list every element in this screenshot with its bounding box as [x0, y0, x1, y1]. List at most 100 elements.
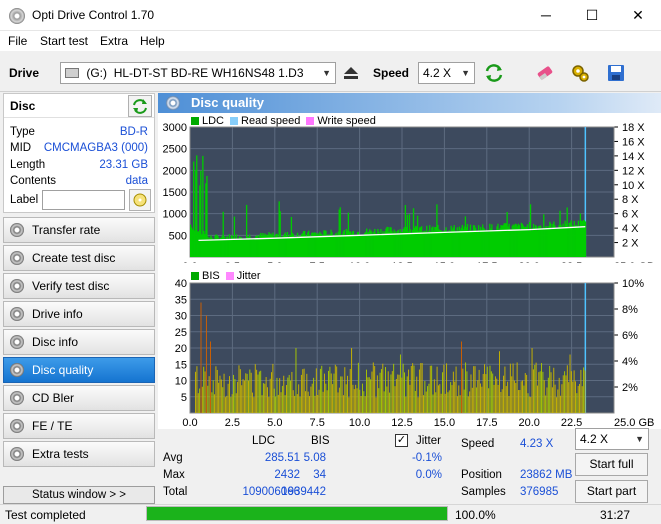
bis-bar: [292, 390, 294, 413]
ldc-x-tick-label: 12.5: [391, 261, 412, 263]
bis-bar: [505, 386, 507, 413]
start-part-button[interactable]: Start part: [575, 480, 648, 503]
eject-button[interactable]: [338, 60, 364, 86]
menu-extra[interactable]: Extra: [100, 34, 128, 48]
disc-mid-value: CMCMAGBA3 (000): [43, 142, 148, 154]
nav-label: Extra tests: [32, 447, 89, 461]
bis-bar: [501, 389, 503, 413]
bis-bar: [467, 396, 469, 413]
bis-bar: [242, 379, 244, 413]
bis-bar: [427, 386, 429, 413]
bis-bar: [459, 395, 461, 413]
bis-y-right-tick-label: 8%: [622, 304, 638, 316]
bis-bar: [370, 379, 372, 413]
bis-bar: [424, 381, 426, 413]
bis-x-tick-label: 15.0: [434, 417, 455, 429]
jitter-checkbox[interactable]: ✓: [395, 434, 408, 447]
status-window-button[interactable]: Status window > >: [3, 486, 155, 504]
test-speed-select[interactable]: 4.2 X ▼: [575, 428, 649, 450]
bis-bar: [218, 382, 220, 413]
bis-bar: [421, 363, 423, 413]
speed-select[interactable]: 4.2 X ▼: [418, 62, 475, 84]
disc-icon: [10, 251, 24, 265]
bis-bar: [463, 389, 465, 413]
bis-bar: [561, 384, 563, 413]
bis-bar: [340, 376, 342, 413]
menu-file[interactable]: File: [8, 34, 27, 48]
bis-bar: [294, 395, 296, 413]
bis-bar: [326, 390, 328, 413]
disc-refresh-button[interactable]: [128, 95, 152, 117]
sidebar: Disc Type BD-R MID CMCMAGBA3 (000) Lengt…: [0, 93, 157, 524]
nav-drive-info[interactable]: Drive info: [3, 301, 155, 327]
erase-button[interactable]: [532, 60, 558, 86]
drive-select[interactable]: (G:) HL-DT-ST BD-RE WH16NS48 1.D3 ▼: [60, 62, 336, 84]
bis-bar: [329, 366, 331, 413]
nav-fe-te[interactable]: FE / TE: [3, 413, 155, 439]
close-button[interactable]: ✕: [615, 0, 661, 31]
bis-bar: [512, 363, 514, 413]
nav-create-test-disc[interactable]: Create test disc: [3, 245, 155, 271]
bis-bar: [307, 391, 309, 413]
nav-verify-test-disc[interactable]: Verify test disc: [3, 273, 155, 299]
bis-bar: [448, 390, 450, 413]
bis-bar: [252, 392, 254, 413]
bis-x-tick-label: 7.5: [310, 417, 325, 429]
bis-bar: [580, 369, 582, 413]
bis-bar: [341, 376, 343, 413]
bis-y-left-tick-label: 20: [175, 343, 187, 355]
bis-x-tick-label: 12.5: [391, 417, 412, 429]
bis-bar: [414, 390, 416, 413]
disc-icon: [10, 391, 24, 405]
bis-bar: [389, 392, 391, 413]
settings-button[interactable]: [567, 60, 593, 86]
avg-jitter: -0.1%: [411, 452, 442, 464]
bis-bar: [555, 397, 557, 413]
max-bis: 34: [313, 469, 326, 481]
bis-bar: [437, 385, 439, 413]
max-jitter: 0.0%: [415, 469, 442, 481]
nav-disc-quality[interactable]: Disc quality: [3, 357, 155, 383]
samples-label: Samples: [461, 486, 506, 498]
disc-type-value: BD-R: [119, 126, 148, 138]
nav-cd-bler[interactable]: CD Bler: [3, 385, 155, 411]
bis-bar: [328, 370, 330, 413]
bis-x-tick-label: 0.0: [182, 417, 197, 429]
bis-bar: [568, 382, 570, 413]
bis-bar: [322, 391, 324, 413]
bis-bar: [208, 376, 210, 413]
ldc-column-header: LDC: [252, 435, 276, 447]
bis-bar: [547, 377, 549, 413]
refresh-button[interactable]: [481, 60, 507, 86]
bis-bar: [431, 365, 433, 413]
bis-bar: [256, 369, 258, 413]
bis-bar: [344, 367, 346, 413]
maximize-button[interactable]: ☐: [569, 0, 615, 31]
bis-bar: [378, 388, 380, 413]
menu-help[interactable]: Help: [140, 34, 165, 48]
bis-bar: [423, 395, 424, 413]
nav-extra-tests[interactable]: Extra tests: [3, 441, 155, 467]
start-full-button[interactable]: Start full: [575, 453, 648, 476]
disc-yellow-icon: [133, 193, 147, 207]
menu-start-test[interactable]: Start test: [40, 34, 88, 48]
nav-disc-info[interactable]: Disc info: [3, 329, 155, 355]
bis-bar: [456, 396, 458, 413]
bis-bar: [562, 375, 564, 413]
minimize-button[interactable]: ─: [523, 0, 569, 31]
nav-transfer-rate[interactable]: Transfer rate: [3, 217, 155, 243]
bis-bar: [486, 366, 488, 413]
bis-bar: [257, 374, 259, 413]
speed-select-value: 4.2 X: [423, 66, 452, 80]
label-apply-button[interactable]: [129, 189, 151, 211]
bis-bar: [309, 396, 311, 413]
ldc-x-tick-label: 22.5: [561, 261, 582, 263]
progress-percent: 100.0%: [455, 508, 496, 522]
bis-bar: [451, 385, 453, 413]
app-disc-icon: [9, 8, 25, 24]
disc-label-input[interactable]: [42, 190, 125, 210]
bis-bar: [345, 384, 347, 413]
eject-icon: [344, 67, 358, 79]
save-button[interactable]: [603, 60, 629, 86]
bis-bar: [334, 364, 336, 413]
